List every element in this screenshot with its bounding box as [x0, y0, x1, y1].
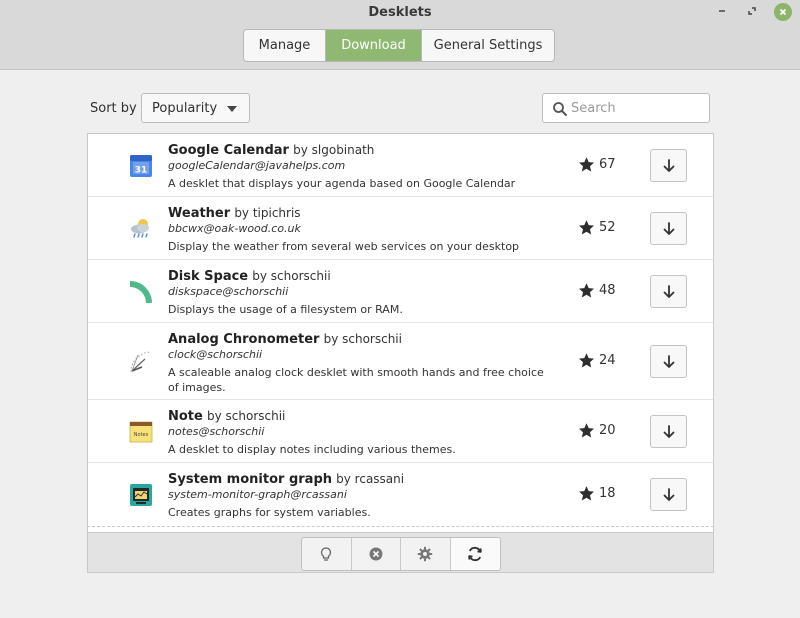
star-icon: [579, 353, 594, 368]
tab-general-settings[interactable]: General Settings: [422, 30, 554, 61]
download-button[interactable]: [650, 275, 687, 308]
action-buttons: [301, 537, 501, 571]
desklet-uuid: system-monitor-graph@rcassani: [168, 488, 347, 501]
download-button[interactable]: [650, 212, 687, 245]
star-icon: [579, 283, 594, 298]
desklet-uuid: diskspace@schorschii: [168, 285, 289, 298]
star-icon: [579, 157, 594, 172]
desklet-list: 31 Google Calendar by slgobinath googleC…: [87, 133, 714, 529]
disk-space-icon: [130, 281, 152, 303]
maximize-icon[interactable]: [744, 3, 760, 19]
desklet-score: 20: [599, 423, 616, 438]
window-title: Desklets: [368, 5, 432, 20]
desklet-description: A scaleable analog clock desklet with sm…: [168, 366, 544, 394]
list-item[interactable]: System monitor graph by rcassani system-…: [88, 463, 713, 526]
download-button[interactable]: [650, 478, 687, 511]
sort-by-label: Sort by: [90, 101, 137, 116]
view-switcher: Manage Download General Settings: [243, 29, 555, 62]
svg-text:31: 31: [135, 166, 148, 176]
chevron-down-icon: [227, 106, 237, 112]
desklet-description: Creates graphs for system variables.: [168, 506, 371, 519]
tab-manage[interactable]: Manage: [244, 30, 326, 61]
desklet-uuid: clock@schorschii: [168, 348, 263, 361]
list-item[interactable]: Disk Space by schorschii diskspace@schor…: [88, 260, 713, 323]
list-item[interactable]: 31 Google Calendar by slgobinath googleC…: [88, 134, 713, 197]
desklet-name: Note by schorschii: [168, 409, 286, 424]
desklet-description: Display the weather from several web ser…: [168, 240, 520, 253]
desklet-name: Analog Chronometer by schorschii: [168, 332, 402, 347]
desklet-score: 67: [599, 157, 616, 172]
desklet-score: 24: [599, 353, 616, 368]
desklet-uuid: notes@schorschii: [168, 425, 265, 438]
svg-text:Notes: Notes: [134, 432, 149, 438]
calendar-icon: 31: [130, 155, 152, 177]
tab-download[interactable]: Download: [326, 30, 422, 61]
list-item[interactable]: Weather by tipichris bbcwx@oak-wood.co.u…: [88, 197, 713, 260]
clock-icon: [130, 351, 152, 373]
star-icon: [579, 486, 594, 501]
gear-icon: [418, 546, 433, 562]
star-icon: [579, 423, 594, 438]
sort-by-dropdown[interactable]: Popularity: [141, 93, 250, 123]
desklet-score: 52: [599, 220, 616, 235]
note-icon: Notes: [129, 421, 153, 443]
refresh-button[interactable]: [450, 538, 500, 570]
remove-icon: [369, 547, 383, 561]
monitor-icon: [130, 484, 152, 506]
arrow-down-icon: [663, 487, 674, 501]
settings-button[interactable]: [401, 538, 451, 570]
minimize-icon[interactable]: [714, 3, 730, 19]
uninstall-button[interactable]: [352, 538, 401, 570]
sort-by-value: Popularity: [152, 100, 218, 116]
arrow-down-icon: [663, 221, 674, 235]
desklet-score: 18: [599, 486, 616, 501]
desklet-description: Displays the usage of a filesystem or RA…: [168, 303, 403, 316]
star-icon: [579, 220, 594, 235]
download-button[interactable]: [650, 149, 687, 182]
desklet-description: A desklet to display notes including var…: [168, 443, 456, 456]
list-item[interactable]: Notes Note by schorschii notes@schorschi…: [88, 400, 713, 463]
desklet-name: System monitor graph by rcassani: [168, 472, 405, 487]
desklet-name: Google Calendar by slgobinath: [168, 143, 375, 158]
search-icon: [553, 102, 567, 116]
desklet-name: Weather by tipichris: [168, 206, 301, 221]
title-bar: Desklets Manage Download General Setting…: [0, 0, 800, 70]
arrow-down-icon: [663, 284, 674, 298]
list-item[interactable]: Analog Chronometer by schorschii clock@s…: [88, 323, 713, 400]
download-button[interactable]: [650, 345, 687, 378]
search-field[interactable]: [542, 93, 710, 123]
close-icon[interactable]: [774, 3, 792, 21]
desklet-uuid: bbcwx@oak-wood.co.uk: [168, 222, 301, 235]
search-input[interactable]: [571, 100, 701, 116]
arrow-down-icon: [663, 424, 674, 438]
refresh-icon: [468, 546, 482, 562]
desklet-description: A desklet that displays your agenda base…: [168, 177, 516, 190]
desklet-uuid: googleCalendar@javahelps.com: [168, 159, 346, 172]
arrow-down-icon: [663, 354, 674, 368]
lightbulb-icon: [321, 547, 332, 561]
desklet-name: Disk Space by schorschii: [168, 269, 331, 284]
weather-icon: [131, 219, 149, 238]
arrow-down-icon: [663, 158, 674, 172]
info-button[interactable]: [302, 538, 352, 570]
desklet-score: 48: [599, 283, 616, 298]
bottom-toolbar: [87, 532, 714, 573]
download-button[interactable]: [650, 415, 687, 448]
